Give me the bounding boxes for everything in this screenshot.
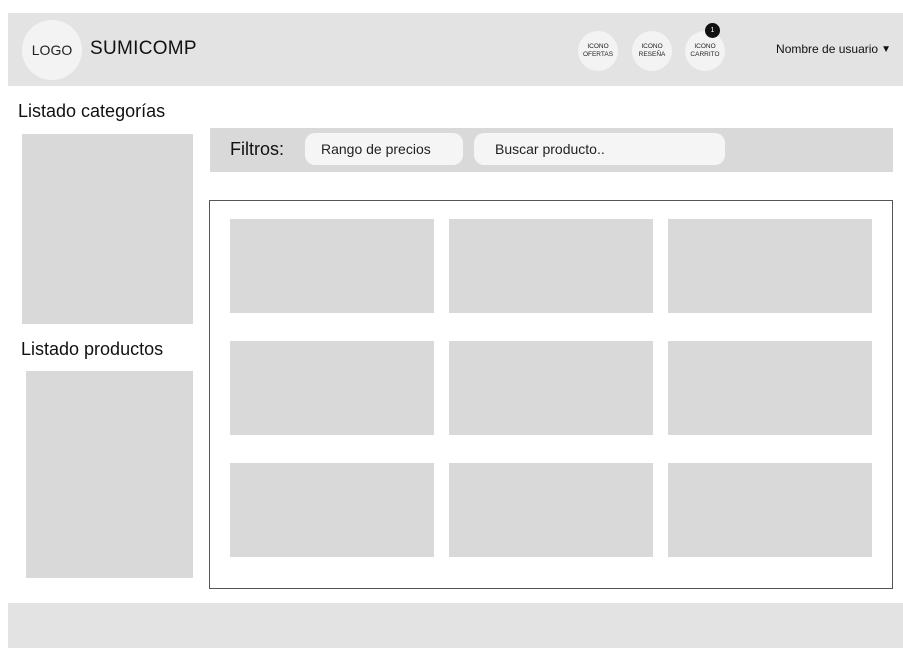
categories-list[interactable] — [22, 134, 193, 324]
cart-icon-line2: CARRITO — [690, 51, 720, 58]
product-card[interactable] — [668, 341, 872, 435]
product-card[interactable] — [230, 219, 434, 313]
review-icon-line2: RESEÑA — [638, 51, 666, 58]
top-header: LOGO SUMICOMP ICONO OFERTAS ICONO RESEÑA… — [8, 13, 903, 86]
filters-label: Filtros: — [230, 139, 284, 159]
logo-text: LOGO — [31, 42, 73, 58]
filters-bar: Filtros: Rango de precios Buscar product… — [210, 128, 893, 172]
products-list[interactable] — [26, 371, 193, 578]
user-menu[interactable]: Nombre de usuario ▼ — [776, 42, 891, 56]
footer — [8, 603, 903, 648]
product-card[interactable] — [449, 219, 653, 313]
logo[interactable]: LOGO — [22, 20, 82, 80]
cart-count-badge: 1 — [705, 23, 720, 38]
search-input[interactable]: Buscar producto.. — [474, 133, 725, 165]
products-title: Listado productos — [21, 339, 164, 359]
product-card[interactable] — [668, 463, 872, 557]
offers-icon[interactable]: ICONO OFERTAS — [578, 31, 618, 71]
categories-title: Listado categorías — [18, 101, 166, 121]
review-icon[interactable]: ICONO RESEÑA — [632, 31, 672, 71]
product-card[interactable] — [449, 463, 653, 557]
brand-name: SUMICOMP — [90, 38, 197, 59]
price-range-filter[interactable]: Rango de precios — [305, 133, 463, 165]
caret-down-icon: ▼ — [881, 43, 891, 55]
product-grid — [209, 200, 893, 589]
product-card[interactable] — [668, 219, 872, 313]
offers-icon-line1: ICONO — [587, 43, 609, 50]
offers-icon-line2: OFERTAS — [582, 51, 614, 58]
product-card[interactable] — [449, 341, 653, 435]
review-icon-line1: ICONO — [641, 43, 663, 50]
product-card[interactable] — [230, 341, 434, 435]
cart-icon[interactable]: ICONO CARRITO 1 — [685, 23, 725, 71]
cart-icon-line1: ICONO — [694, 43, 716, 50]
product-card[interactable] — [230, 463, 434, 557]
user-name: Nombre de usuario — [776, 42, 879, 56]
